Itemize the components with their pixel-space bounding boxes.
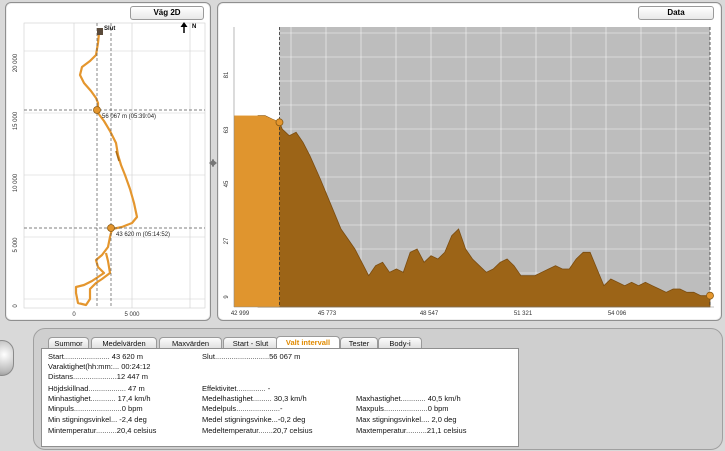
- y-tick-label: 27: [224, 237, 230, 244]
- y-tick-label: 9: [224, 295, 230, 299]
- data-panel: Data 81 63 45 27 9 42 999 45 773 48 547 51 321 54…: [217, 2, 722, 321]
- y-tick-label: 63: [224, 126, 230, 133]
- map-y-tick: 10 000: [13, 173, 19, 192]
- stat-slut: Slut..........................56 067 m: [202, 352, 301, 361]
- selection-start-marker[interactable]: [275, 118, 284, 127]
- stat-maxpuls: Maxpuls.....................0 bpm: [356, 404, 449, 413]
- finish-flag-icon: [97, 28, 103, 35]
- stat-minhastighet: Minhastighet............ 17,4 km/h: [48, 394, 151, 403]
- stat-effektivitet: Effektivitet.............. -: [202, 384, 271, 393]
- north-label: N: [192, 24, 196, 30]
- stat-medeltemp: Medeltemperatur.......20,7 celsius: [202, 426, 313, 435]
- north-arrow-icon: [180, 22, 188, 33]
- selection-end-marker[interactable]: [706, 291, 714, 300]
- map-x-tick: 0: [72, 312, 76, 318]
- stat-medel-stigning: Medel stigningsvinke...-0,2 deg: [202, 415, 306, 424]
- stat-minpuls: Minpuls.......................0 bpm: [48, 404, 143, 413]
- map-marker-a-label: 56 067 m (05:39:04): [102, 114, 156, 120]
- map-svg[interactable]: 20 000 15 000 10 000 5 000 0 0 5 000 56 …: [6, 3, 210, 320]
- y-tick-label: 81: [224, 71, 230, 78]
- stat-distans: Distans.....................12 447 m: [48, 372, 149, 381]
- y-tick-label: 45: [224, 180, 230, 187]
- map-route: [74, 32, 139, 307]
- map-y-tick: 15 000: [13, 111, 19, 130]
- map-grid: [24, 23, 205, 308]
- map-y-tick: 5 000: [13, 237, 19, 253]
- stat-max-stigning: Max stigningsvinkel.... 2,0 deg: [356, 415, 457, 424]
- stat-medelhastighet: Medelhastighet......... 30,3 km/h: [202, 394, 307, 403]
- stat-medelpuls: Medelpuls.....................-: [202, 404, 283, 413]
- stat-maxhastighet: Maxhastighet............ 40,5 km/h: [356, 394, 461, 403]
- map-x-tick: 5 000: [124, 312, 140, 318]
- map-marker-b[interactable]: [107, 224, 115, 232]
- scroll-knob[interactable]: [0, 340, 14, 376]
- stat-hojdskillnad: Höjdskillnad.................. 47 m: [48, 384, 145, 393]
- elevation-start-fill: [234, 115, 258, 308]
- finish-label: Slut: [104, 26, 115, 32]
- map-marker-b-label: 43 620 m (05:14:52): [116, 232, 170, 238]
- x-tick-label: 51 321: [514, 311, 533, 317]
- stat-maxtemp: Maxtemperatur..........21,1 celsius: [356, 426, 467, 435]
- stat-varaktighet: Varaktighet(hh:mm:... 00:24:12: [48, 362, 151, 371]
- x-tick-label: 48 547: [420, 311, 439, 317]
- x-tick-label: 45 773: [318, 311, 337, 317]
- elevation-chart[interactable]: 81 63 45 27 9 42 999 45 773 48 547 51 321 54 096: [218, 3, 721, 320]
- x-tick-label: 54 096: [608, 311, 627, 317]
- stat-mintemp: Mintemperatur..........20,4 celsius: [48, 426, 157, 435]
- map-marker-a[interactable]: [93, 106, 101, 114]
- map-panel: Väg 2D 20 000 15 000 10 000 5 000 0 0 5 …: [5, 2, 211, 321]
- x-tick-label: 42 999: [231, 311, 250, 317]
- stat-min-stigning: Min stigningsvinkel... -2,4 deg: [48, 415, 147, 424]
- stat-start: Start...................... 43 620 m: [48, 352, 144, 361]
- map-marker-lines: [24, 23, 205, 308]
- map-y-tick: 20 000: [13, 53, 19, 72]
- map-y-tick: 0: [13, 304, 19, 308]
